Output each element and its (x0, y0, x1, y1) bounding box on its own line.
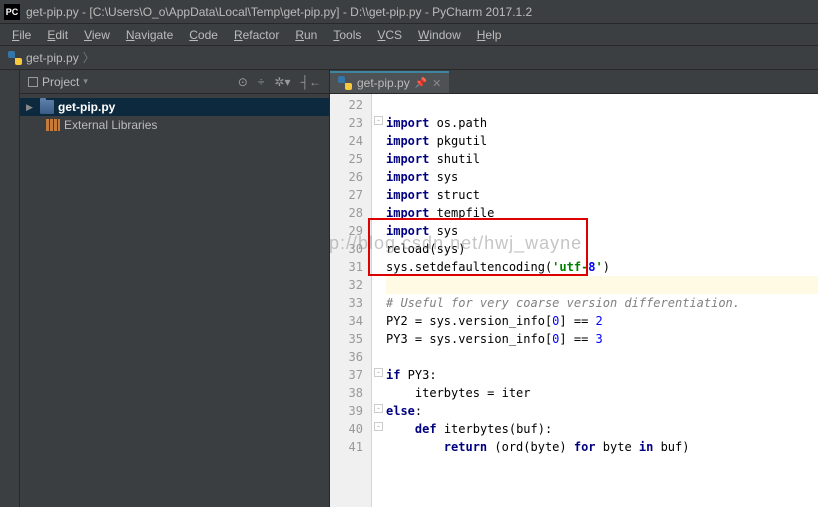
line-number: 32 (330, 276, 363, 294)
fold-icon[interactable]: - (374, 422, 383, 431)
menu-vcs[interactable]: VCS (369, 26, 410, 44)
menu-run[interactable]: Run (287, 26, 325, 44)
line-number: 31 (330, 258, 363, 276)
code-line[interactable]: import tempfile (386, 204, 818, 222)
window-title: get-pip.py - [C:\Users\O_o\AppData\Local… (26, 5, 532, 19)
chevron-down-icon[interactable]: ▾ (83, 76, 88, 87)
menu-help[interactable]: Help (469, 26, 510, 44)
autoscroll-icon[interactable]: ÷ (258, 75, 265, 89)
title-bar: PC get-pip.py - [C:\Users\O_o\AppData\Lo… (0, 0, 818, 24)
line-number: 24 (330, 132, 363, 150)
line-number: 41 (330, 438, 363, 456)
fold-icon[interactable]: - (374, 116, 383, 125)
chevron-right-icon: 〉 (83, 49, 95, 66)
line-number: 36 (330, 348, 363, 366)
library-icon (46, 119, 60, 131)
code-line[interactable]: else: (386, 402, 818, 420)
editor-tab-label: get-pip.py (357, 76, 410, 90)
menu-view[interactable]: View (76, 26, 118, 44)
code-line[interactable]: if PY3: (386, 366, 818, 384)
code-line[interactable]: import shutil (386, 150, 818, 168)
pin-icon[interactable]: 📌 (415, 78, 427, 89)
line-gutter: 2223242526272829303132333435363738394041 (330, 94, 372, 507)
tree-item[interactable]: External Libraries (20, 116, 329, 134)
code-line[interactable]: import pkgutil (386, 132, 818, 150)
line-number: 37 (330, 366, 363, 384)
code-editor[interactable]: 2223242526272829303132333435363738394041… (330, 94, 818, 507)
main-area: Project ▾ ⊙ ÷ ✲▾ ┤← ▶ get-pip.py External … (0, 70, 818, 507)
code-line[interactable] (386, 276, 818, 294)
editor-tab-bar: get-pip.py 📌 ✕ (330, 70, 818, 94)
fold-icon[interactable]: - (374, 368, 383, 377)
breadcrumb-bar: get-pip.py 〉 (0, 46, 818, 70)
menu-navigate[interactable]: Navigate (118, 26, 181, 44)
editor-area: get-pip.py 📌 ✕ 2223242526272829303132333… (330, 70, 818, 507)
code-line[interactable]: PY3 = sys.version_info[0] == 3 (386, 330, 818, 348)
line-number: 40 (330, 420, 363, 438)
code-line[interactable]: import struct (386, 186, 818, 204)
line-number: 27 (330, 186, 363, 204)
code-line[interactable]: import os.path (386, 114, 818, 132)
menu-code[interactable]: Code (181, 26, 226, 44)
line-number: 39 (330, 402, 363, 420)
code-content[interactable]: http://blog.csdn.net/hwj_wayne import os… (386, 94, 818, 507)
breadcrumb[interactable]: get-pip.py 〉 (8, 49, 95, 66)
left-tool-strip[interactable] (0, 70, 20, 507)
code-line[interactable]: sys.setdefaultencoding('utf-8') (386, 258, 818, 276)
code-line[interactable]: import sys (386, 222, 818, 240)
python-icon (8, 51, 22, 65)
hide-icon[interactable]: ┤← (300, 75, 321, 89)
line-number: 38 (330, 384, 363, 402)
breadcrumb-file: get-pip.py (26, 51, 79, 65)
line-number: 22 (330, 96, 363, 114)
line-number: 35 (330, 330, 363, 348)
gear-icon[interactable]: ✲▾ (274, 75, 290, 89)
tree-item[interactable]: ▶ get-pip.py (20, 98, 329, 116)
project-tool-icon[interactable] (28, 77, 38, 87)
tree-item-label: get-pip.py (58, 100, 115, 114)
menu-file[interactable]: File (4, 26, 39, 44)
fold-icon[interactable]: - (374, 404, 383, 413)
code-line[interactable]: return (ord(byte) for byte in buf) (386, 438, 818, 456)
folder-icon (40, 100, 54, 114)
line-number: 33 (330, 294, 363, 312)
sidebar-title: Project (42, 75, 79, 89)
editor-tab[interactable]: get-pip.py 📌 ✕ (330, 71, 449, 93)
line-number: 34 (330, 312, 363, 330)
line-number: 30 (330, 240, 363, 258)
code-line[interactable]: # Useful for very coarse version differe… (386, 294, 818, 312)
code-line[interactable]: reload(sys) (386, 240, 818, 258)
line-number: 23 (330, 114, 363, 132)
code-line[interactable] (386, 96, 818, 114)
tree-item-label: External Libraries (64, 118, 157, 132)
python-icon (338, 76, 352, 90)
close-icon[interactable]: ✕ (432, 77, 441, 90)
menu-window[interactable]: Window (410, 26, 469, 44)
line-number: 29 (330, 222, 363, 240)
line-number: 25 (330, 150, 363, 168)
project-tree: ▶ get-pip.py External Libraries (20, 94, 329, 138)
menu-edit[interactable]: Edit (39, 26, 76, 44)
code-line[interactable]: PY2 = sys.version_info[0] == 2 (386, 312, 818, 330)
fold-strip: - - - - (372, 94, 386, 507)
line-number: 26 (330, 168, 363, 186)
code-line[interactable] (386, 348, 818, 366)
sidebar-header: Project ▾ ⊙ ÷ ✲▾ ┤← (20, 70, 329, 94)
project-sidebar: Project ▾ ⊙ ÷ ✲▾ ┤← ▶ get-pip.py External … (20, 70, 330, 507)
app-icon: PC (4, 4, 20, 20)
collapse-icon[interactable]: ⊙ (238, 75, 248, 89)
code-line[interactable]: def iterbytes(buf): (386, 420, 818, 438)
menu-bar: FileEditViewNavigateCodeRefactorRunTools… (0, 24, 818, 46)
menu-tools[interactable]: Tools (325, 26, 369, 44)
expand-icon[interactable]: ▶ (26, 102, 36, 113)
menu-refactor[interactable]: Refactor (226, 26, 287, 44)
code-line[interactable]: iterbytes = iter (386, 384, 818, 402)
code-line[interactable]: import sys (386, 168, 818, 186)
line-number: 28 (330, 204, 363, 222)
